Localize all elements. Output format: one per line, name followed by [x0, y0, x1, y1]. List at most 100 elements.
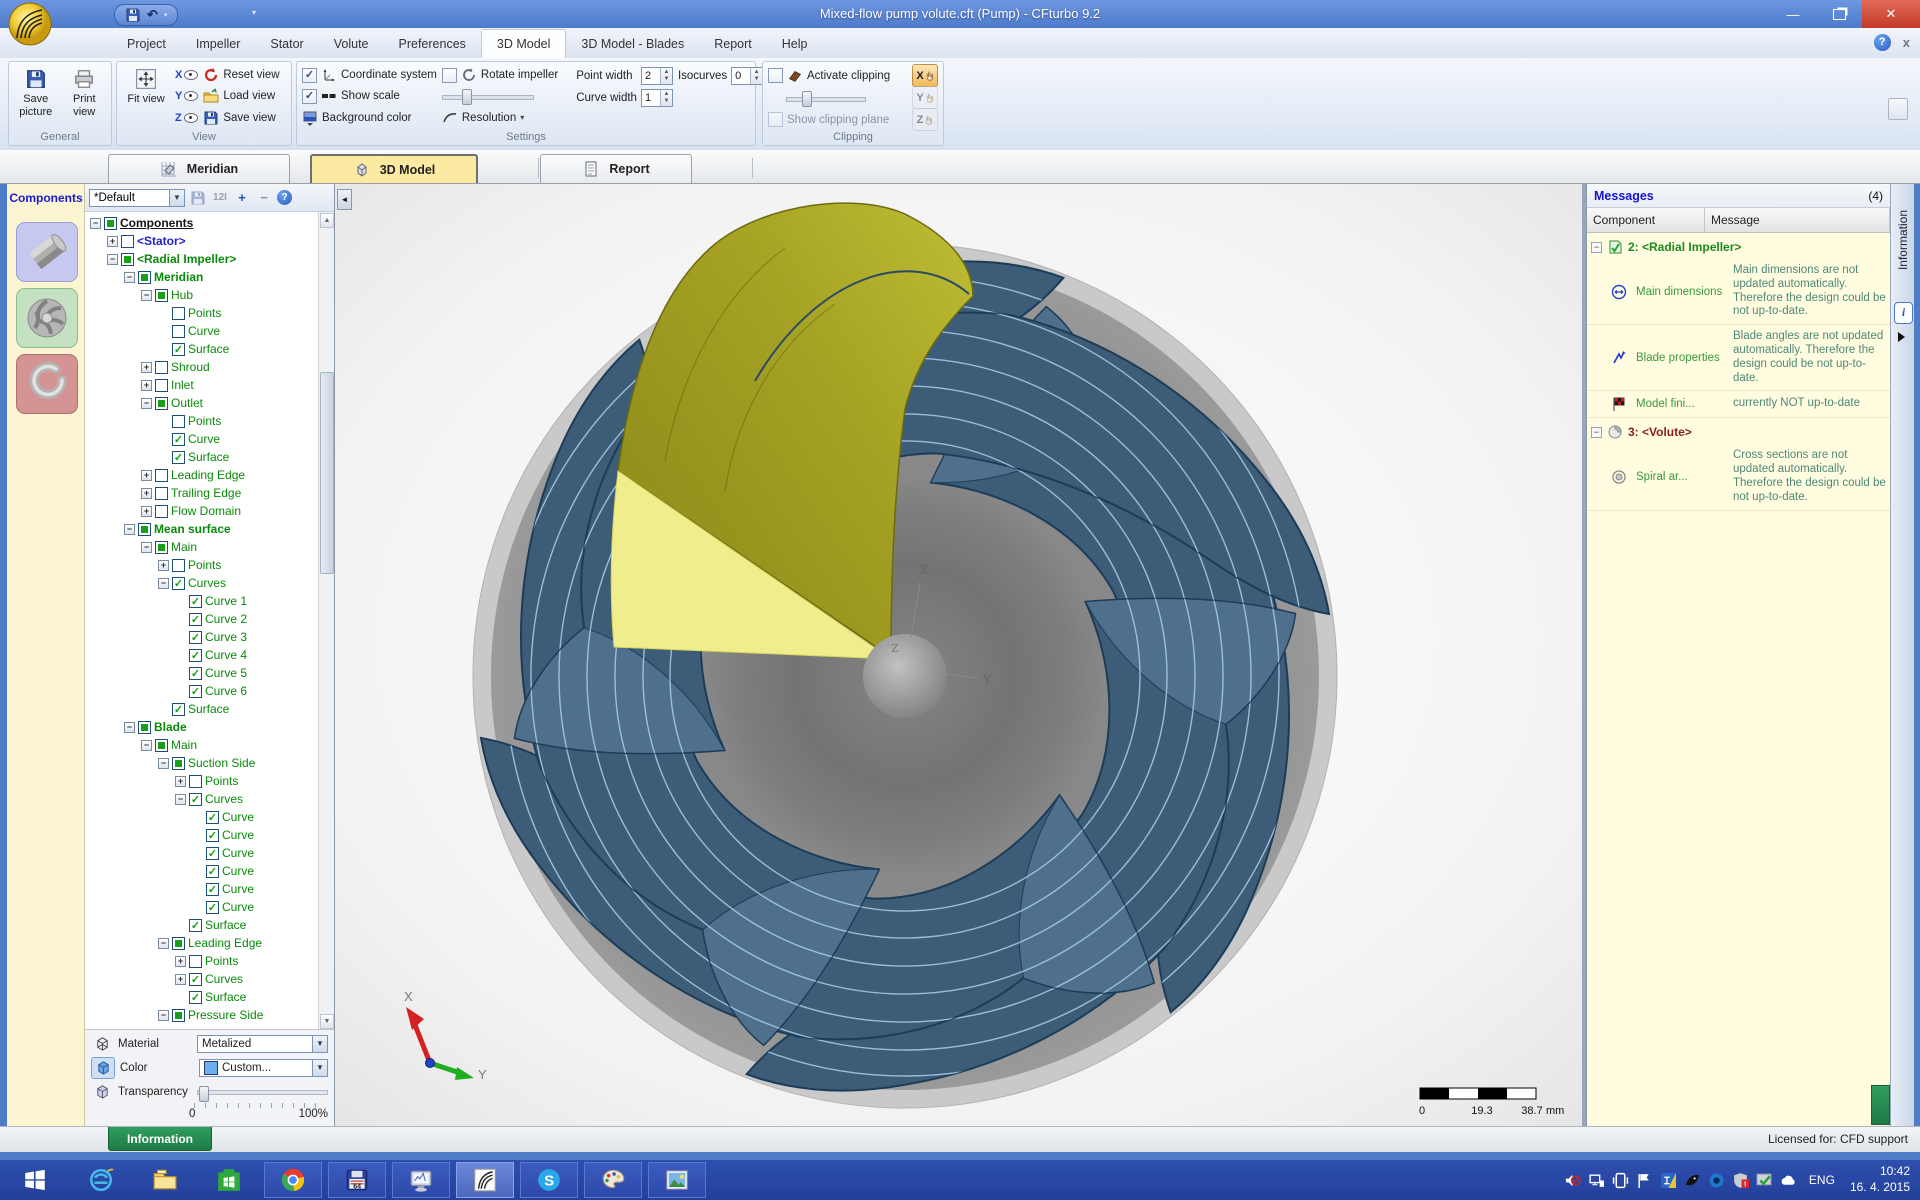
- rotate-speed-slider[interactable]: [441, 88, 534, 106]
- menu-tab-report[interactable]: Report: [699, 29, 767, 58]
- tree-item-curve-3[interactable]: ✓ Curve 3: [88, 628, 318, 646]
- sync-circle-tray-icon[interactable]: [1708, 1172, 1725, 1189]
- tree-item-meridian[interactable]: − Meridian: [88, 268, 318, 286]
- visibility-checkbox[interactable]: [172, 756, 185, 770]
- volume-muted-tray-icon[interactable]: [1564, 1172, 1581, 1189]
- undo-dropdown-icon[interactable]: ▾: [164, 11, 168, 19]
- visibility-checkbox[interactable]: ✓: [172, 432, 185, 446]
- visibility-checkbox[interactable]: ✓: [189, 972, 202, 986]
- tree-item-outlet[interactable]: − Outlet: [88, 394, 318, 412]
- save-button[interactable]: [125, 7, 141, 23]
- tree-item-surface[interactable]: ✓ Surface: [88, 700, 318, 718]
- tree-item-surface[interactable]: ✓ Surface: [88, 916, 318, 934]
- customize-qat-icon[interactable]: ▾: [252, 8, 256, 17]
- curve-width-spinner[interactable]: 1 ▲ ▼: [640, 88, 673, 107]
- collapse-icon[interactable]: −: [158, 577, 169, 589]
- system-monitor-taskbar-button[interactable]: [392, 1162, 450, 1198]
- visibility-checkbox[interactable]: ✓: [206, 810, 219, 824]
- transparent-cube-icon[interactable]: [91, 1082, 113, 1102]
- scrollbar-thumb[interactable]: [320, 372, 334, 574]
- transparency-slider[interactable]: [197, 1085, 328, 1102]
- tree-help-icon[interactable]: ?: [277, 190, 292, 205]
- wireframe-cube-icon[interactable]: [91, 1034, 113, 1054]
- volute-component-button[interactable]: [16, 354, 78, 414]
- ime-tray-icon[interactable]: [1660, 1172, 1677, 1189]
- visibility-checkbox[interactable]: ✓: [189, 990, 202, 1004]
- clip-position-slider[interactable]: [786, 90, 866, 107]
- message-row[interactable]: Main dimensions Main dimensions are not u…: [1587, 259, 1890, 326]
- collapse-icon[interactable]: −: [107, 253, 118, 265]
- visibility-checkbox[interactable]: [172, 414, 185, 428]
- message-row[interactable]: Spiral ar... Cross sections are not updat…: [1587, 444, 1890, 511]
- print-view-button[interactable]: Print view: [63, 65, 107, 128]
- visibility-checkbox[interactable]: [121, 234, 134, 248]
- paint-taskbar-button[interactable]: [584, 1162, 642, 1198]
- material-select[interactable]: Metalized ▼: [197, 1034, 328, 1053]
- toggle-z-axis-button[interactable]: Z: [175, 108, 198, 128]
- collapse-icon[interactable]: −: [124, 523, 135, 535]
- photo-viewer-taskbar-button[interactable]: [648, 1162, 706, 1198]
- load-view-button[interactable]: Load view: [203, 86, 279, 106]
- expand-icon[interactable]: +: [141, 487, 152, 499]
- expand-icon[interactable]: +: [158, 559, 169, 571]
- tree-item-components[interactable]: − Components: [88, 214, 318, 232]
- tree-item-points[interactable]: + Points: [88, 952, 318, 970]
- toggle-y-axis-button[interactable]: Y: [175, 86, 199, 106]
- viewport-3d[interactable]: X Y Z X Y 0 19.3 38.7 mm ◄: [335, 184, 1582, 1126]
- help-icon[interactable]: ?: [1873, 34, 1891, 51]
- tree-item-leading-edge[interactable]: + Leading Edge: [88, 466, 318, 484]
- visibility-checkbox[interactable]: [172, 306, 185, 320]
- doc-tab-meridian[interactable]: Meridian: [108, 154, 290, 183]
- visibility-checkbox[interactable]: ✓: [189, 612, 202, 626]
- cfturbo-taskbar-button[interactable]: [456, 1162, 514, 1198]
- isocurves-spinner[interactable]: 0 ▲ ▼: [731, 66, 764, 85]
- point-width-spinner[interactable]: 2 ▲ ▼: [640, 66, 673, 85]
- visibility-checkbox[interactable]: ✓: [206, 846, 219, 860]
- collapse-icon[interactable]: −: [158, 1009, 169, 1021]
- show-clipping-plane-checkbox[interactable]: [768, 112, 783, 127]
- device-tray-icon[interactable]: [1612, 1172, 1629, 1189]
- flag-tray-icon[interactable]: [1636, 1172, 1653, 1189]
- impeller-component-button[interactable]: [16, 288, 78, 348]
- visibility-checkbox[interactable]: ✓: [189, 594, 202, 608]
- tree-item-curves[interactable]: + ✓ Curves: [88, 970, 318, 988]
- collapse-icon[interactable]: −: [141, 541, 152, 553]
- tree-item--stator-[interactable]: + <Stator>: [88, 232, 318, 250]
- tree-item-inlet[interactable]: + Inlet: [88, 376, 318, 394]
- expand-icon[interactable]: +: [175, 973, 186, 985]
- tree-item-trailing-edge[interactable]: + Trailing Edge: [88, 484, 318, 502]
- visibility-checkbox[interactable]: [172, 558, 185, 572]
- menu-tab-preferences[interactable]: Preferences: [384, 29, 481, 58]
- resolution-dropdown[interactable]: Resolution ▾: [442, 108, 558, 128]
- minimize-button[interactable]: —: [1770, 0, 1816, 28]
- expand-panel-icon[interactable]: [1898, 332, 1905, 342]
- visibility-checkbox[interactable]: ✓: [189, 630, 202, 644]
- tree-item-blade[interactable]: − Blade: [88, 718, 318, 736]
- visibility-checkbox[interactable]: ✓: [189, 918, 202, 932]
- visibility-checkbox[interactable]: ✓: [172, 576, 185, 590]
- collapse-icon[interactable]: −: [90, 217, 101, 229]
- visibility-checkbox[interactable]: ✓: [172, 342, 185, 356]
- expand-icon[interactable]: +: [175, 775, 186, 787]
- tree-item-curve[interactable]: ✓ Curve: [88, 880, 318, 898]
- visibility-checkbox[interactable]: [155, 288, 168, 302]
- tree-item-curve[interactable]: ✓ Curve: [88, 844, 318, 862]
- tree-item-curve[interactable]: ✓ Curve: [88, 808, 318, 826]
- doc-tab-report[interactable]: Report: [540, 154, 692, 183]
- expand-icon[interactable]: +: [175, 955, 186, 967]
- menu-tab-help[interactable]: Help: [767, 29, 823, 58]
- onedrive-tray-icon[interactable]: [1780, 1172, 1797, 1189]
- tree-item-curve-5[interactable]: ✓ Curve 5: [88, 664, 318, 682]
- preset-combobox[interactable]: *Default ▼: [89, 188, 185, 207]
- info-icon[interactable]: i: [1894, 302, 1913, 324]
- collapse-icon[interactable]: −: [158, 757, 169, 769]
- tree-item-curve-4[interactable]: ✓ Curve 4: [88, 646, 318, 664]
- collapse-icon[interactable]: −: [1591, 241, 1602, 253]
- visibility-checkbox[interactable]: [155, 738, 168, 752]
- column-component[interactable]: Component: [1587, 208, 1705, 232]
- collapse-icon[interactable]: −: [141, 739, 152, 751]
- tree-item-surface[interactable]: ✓ Surface: [88, 988, 318, 1006]
- visibility-checkbox[interactable]: ✓: [189, 648, 202, 662]
- collapse-icon[interactable]: −: [141, 397, 152, 409]
- collapse-icon[interactable]: −: [124, 721, 135, 733]
